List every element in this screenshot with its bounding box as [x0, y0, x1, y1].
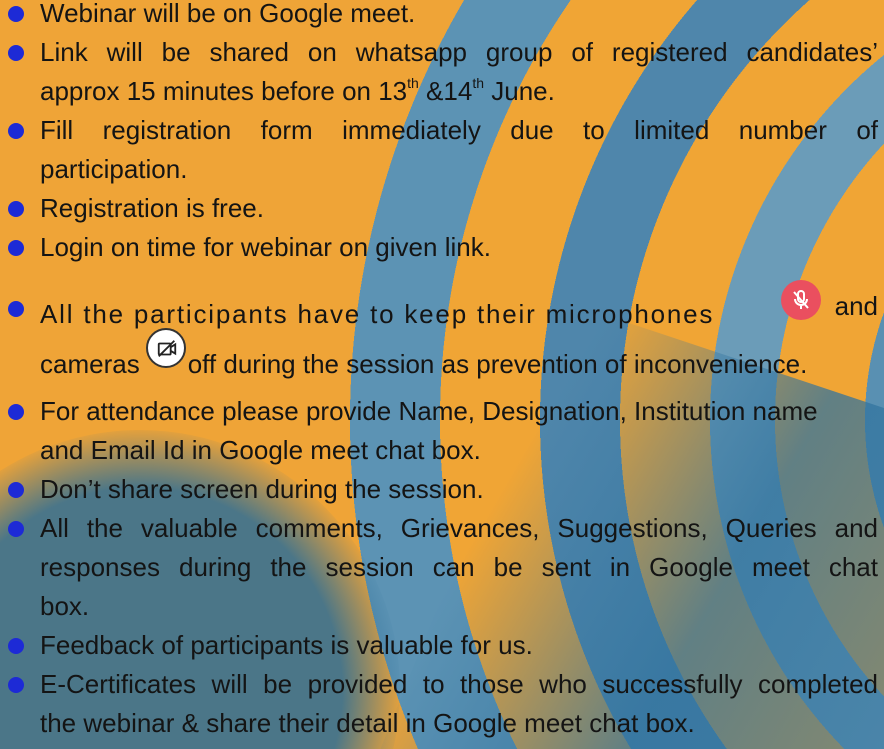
- bullet-icon: [8, 482, 24, 498]
- item-text: Login on time for webinar on given link.: [40, 232, 491, 262]
- item-text: the webinar & share their detail in Goog…: [40, 708, 695, 738]
- bullet-icon: [8, 201, 24, 217]
- item-text: box.: [40, 591, 90, 621]
- bullet-icon: [8, 677, 24, 693]
- item-text: All the valuable comments, Grievances, S…: [40, 513, 878, 543]
- item-text: Fill registration form immediately due t…: [40, 115, 878, 145]
- list-item: Login on time for webinar on given link.: [0, 228, 884, 267]
- item-text-line1: All the participants have to keep their …: [40, 275, 878, 336]
- list-item: All the participants have to keep their …: [0, 275, 884, 392]
- item-text: Don’t share screen during the session.: [40, 474, 484, 504]
- item-text: Feedback of participants is valuable for…: [40, 630, 533, 660]
- webinar-instructions: Webinar will be on Google meet. Link wil…: [0, 0, 884, 743]
- list-item: Link will be shared on whatsapp group of…: [0, 33, 884, 111]
- bullet-icon: [8, 6, 24, 22]
- item-text: Webinar will be on Google meet.: [40, 0, 416, 28]
- camera-off-icon: [145, 328, 186, 368]
- list-item: Webinar will be on Google meet.: [0, 0, 884, 33]
- item-text-line2: approx 15 minutes before on 13th &14th J…: [40, 75, 555, 106]
- item-text: Link will be shared on whatsapp group of…: [40, 37, 878, 67]
- item-text: Registration is free.: [40, 193, 264, 223]
- microphone-off-icon: [780, 279, 821, 320]
- item-text: E-Certificates will be provided to those…: [40, 669, 878, 699]
- list-item: Fill registration form immediately due t…: [0, 111, 884, 189]
- list-item: Don’t share screen during the session.: [0, 470, 884, 509]
- list-item: E-Certificates will be provided to those…: [0, 665, 884, 743]
- bullet-icon: [8, 638, 24, 654]
- item-text: and Email Id in Google meet chat box.: [40, 435, 481, 465]
- item-text: responses during the session can be sent…: [40, 552, 878, 582]
- list-item: For attendance please provide Name, Desi…: [0, 392, 884, 470]
- list-item: All the valuable comments, Grievances, S…: [0, 509, 884, 626]
- item-text-line2: cameras off during the session as preven…: [40, 328, 878, 392]
- bullet-icon: [8, 404, 24, 420]
- item-text: For attendance please provide Name, Desi…: [40, 396, 818, 426]
- item-text: participation.: [40, 154, 188, 184]
- bullet-icon: [8, 301, 24, 317]
- bullet-icon: [8, 240, 24, 256]
- bullet-icon: [8, 521, 24, 537]
- bullet-icon: [8, 45, 24, 61]
- list-item: Registration is free.: [0, 189, 884, 228]
- bullet-icon: [8, 123, 24, 139]
- list-item: Feedback of participants is valuable for…: [0, 626, 884, 665]
